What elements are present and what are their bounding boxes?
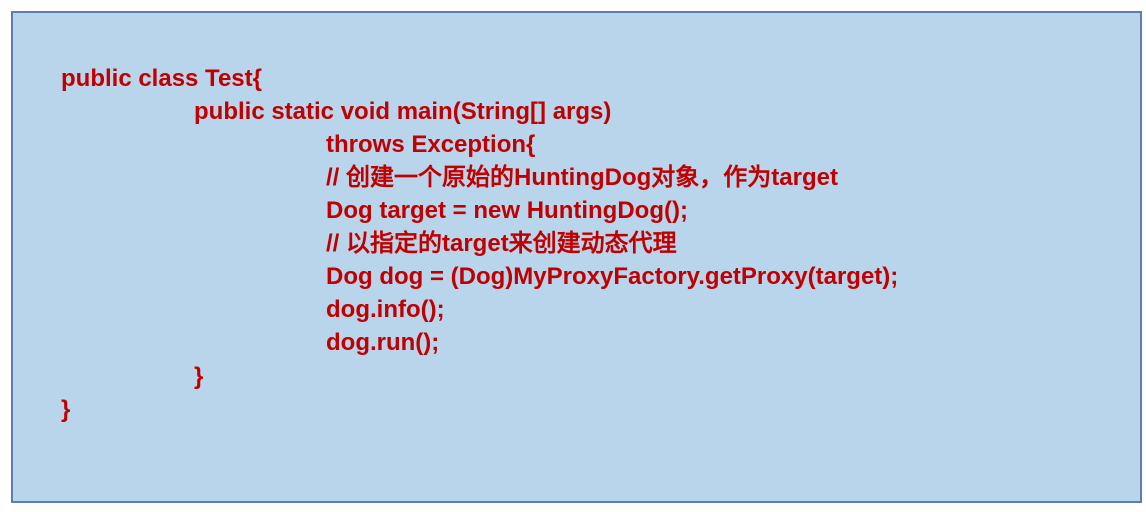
code-line-main-method: public static void main(String[] args): [194, 98, 612, 125]
code-line-comment-create-target: // 创建一个原始的HuntingDog对象，作为target: [326, 164, 838, 191]
code-line-proxy-assignment: Dog dog = (Dog)MyProxyFactory.getProxy(t…: [326, 263, 899, 290]
code-line-run-call: dog.run();: [326, 329, 440, 356]
code-line-method-close-brace: }: [194, 363, 204, 390]
code-block: public class Test{ public static void ma…: [13, 13, 1140, 501]
code-line-info-call: dog.info();: [326, 296, 445, 323]
code-line-comment-create-proxy: // 以指定的target来创建动态代理: [326, 230, 677, 257]
code-line-throws: throws Exception{: [326, 131, 536, 158]
code-panel: public class Test{ public static void ma…: [11, 11, 1142, 503]
code-line-class-close-brace: }: [61, 396, 71, 423]
code-line-target-assignment: Dog target = new HuntingDog();: [326, 197, 688, 224]
code-line-class-declaration: public class Test{: [61, 65, 262, 92]
